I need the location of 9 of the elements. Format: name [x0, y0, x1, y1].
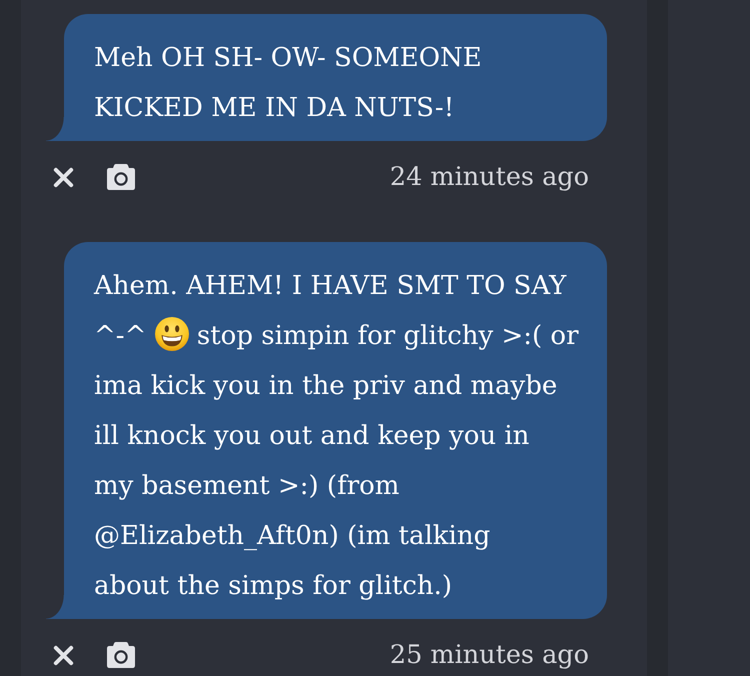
timestamp: 24 minutes ago	[390, 161, 589, 194]
timestamp: 25 minutes ago	[390, 639, 589, 672]
message-text: Meh OH SH- OW- SOMEONE KICKED ME IN DA NUTS-!	[94, 42, 483, 125]
camera-icon[interactable]	[107, 164, 135, 190]
close-icon[interactable]	[53, 644, 74, 666]
message-text: Ahem. AHEM! I HAVE SMT TO SAY ^-^ stop simpin for glitchy >:( or ima kick you in the priv and maybe ill knock you out and keep you in my basement >:) (from @Elizabeth_Aft0n) (im talking about the simps for glitch.)	[94, 270, 580, 603]
close-icon[interactable]	[53, 166, 74, 188]
camera-icon[interactable]	[107, 642, 135, 668]
smiley-icon	[154, 317, 189, 351]
